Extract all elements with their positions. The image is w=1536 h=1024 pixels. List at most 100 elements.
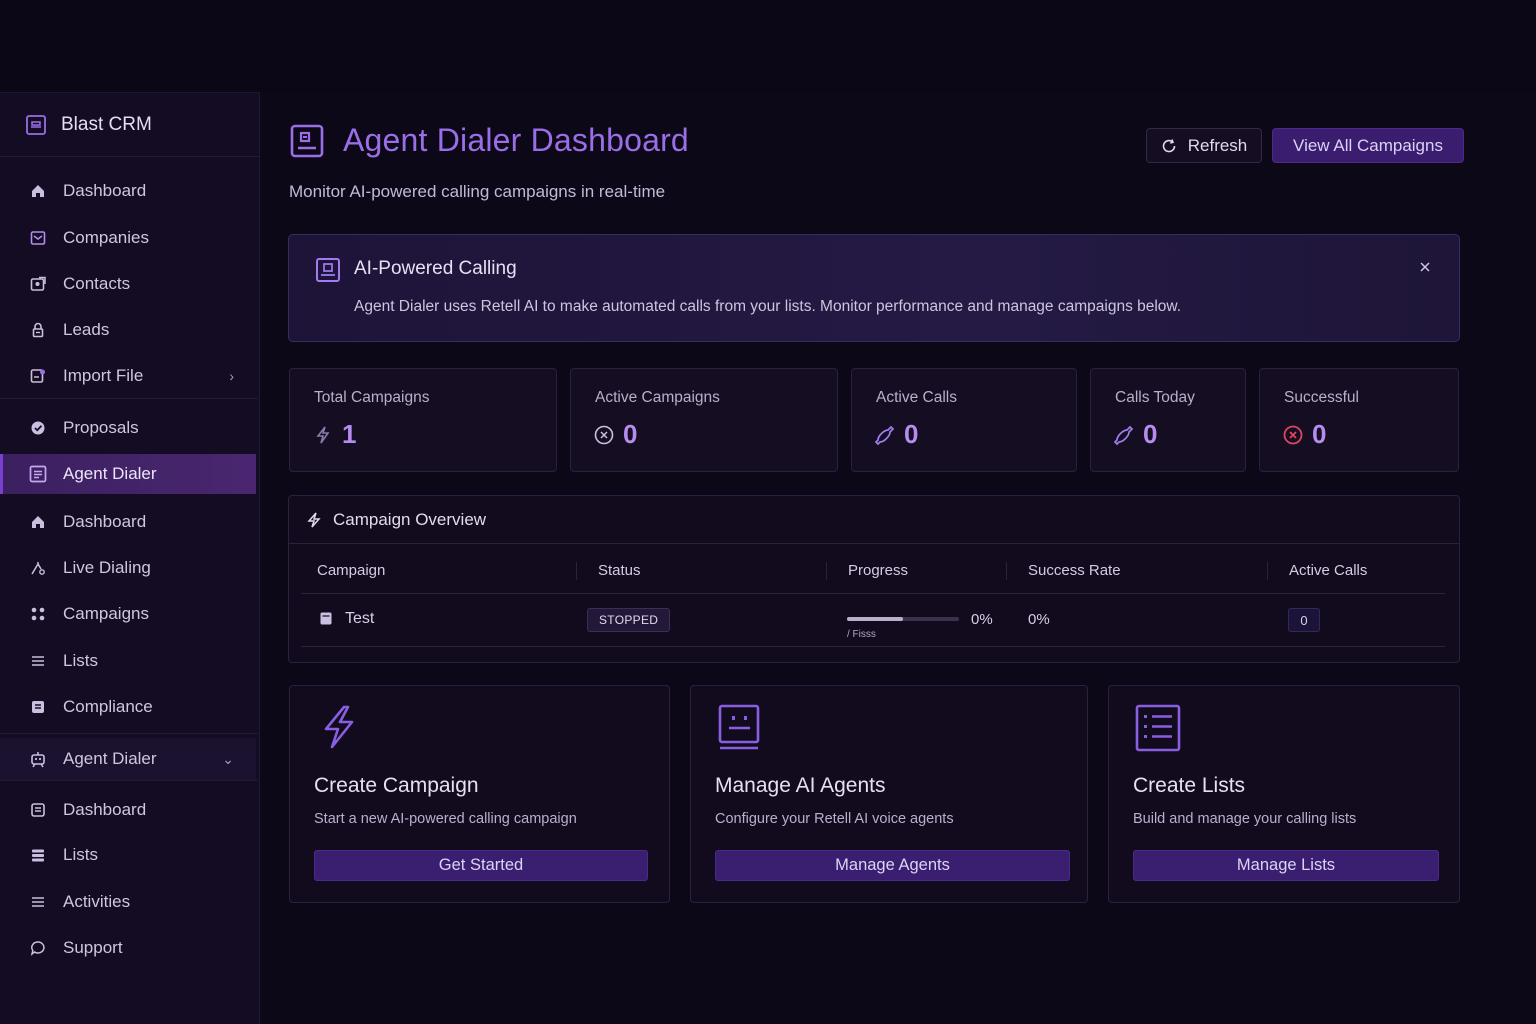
sidebar-item-label: Contacts [63,274,131,293]
document-icon [29,698,47,716]
sidebar-item-group-dashboard[interactable]: Dashboard [0,790,256,830]
x-circle-icon [1282,424,1304,446]
card-description: Build and manage your calling lists [1133,811,1357,827]
row-divider [301,593,1445,594]
divider [0,780,258,781]
card-description: Configure your Retell AI voice agents [715,811,954,827]
brand-name: Blast CRM [61,113,152,135]
stat-active-campaigns: Active Campaigns 0 [570,368,838,472]
manage-lists-button[interactable]: Manage Lists [1133,850,1439,881]
clock-x-icon [593,424,615,446]
ai-calling-icon [315,257,341,283]
sidebar-group-agent-dialer[interactable]: Agent Dialer ⌄ [0,738,256,780]
sidebar-item-activities[interactable]: Activities [0,882,256,922]
sidebar-item-label: Companies [63,228,149,247]
top-band [0,0,1536,92]
dialer-icon [29,465,47,483]
status-badge: STOPPED [587,608,671,632]
refresh-icon [1161,138,1177,154]
bolt-icon [314,702,364,752]
create-lists-card: Create Lists Build and manage your calli… [1108,685,1460,903]
manage-ai-agents-card: Manage AI Agents Configure your Retell A… [690,685,1088,903]
sidebar-item-group-lists[interactable]: Lists [0,835,256,875]
stat-active-calls: Active Calls 0 [851,368,1077,472]
progress-bar-fill [847,617,903,621]
sidebar-item-label: Lists [63,651,98,670]
sidebar-item-label: Compliance [63,697,153,716]
stack-icon [29,846,47,864]
sidebar-item-companies[interactable]: Companies [0,218,256,258]
divider [0,733,258,734]
stat-value: 0 [623,419,638,449]
sidebar-item-dialer-dashboard[interactable]: Dashboard [0,502,256,542]
stat-value: 0 [1143,419,1158,449]
sidebar-item-label: Support [63,938,123,957]
sidebar-item-label: Live Dialing [63,558,151,577]
main-content: Agent Dialer Dashboard Monitor AI-powere… [260,92,1536,1024]
signal-icon [29,559,47,577]
view-all-campaigns-button[interactable]: View All Campaigns [1272,128,1464,163]
stat-successful: Successful 0 [1259,368,1459,472]
row-divider [301,646,1445,647]
manage-agents-button[interactable]: Manage Agents [715,850,1070,881]
sidebar-item-label: Campaigns [63,604,149,623]
close-icon[interactable] [1417,259,1433,275]
sidebar-item-dashboard[interactable]: Dashboard [0,171,256,211]
sidebar-item-lists[interactable]: Lists [0,641,256,681]
sidebar-item-agent-dialer[interactable]: Agent Dialer [0,454,256,494]
chat-bubble-icon [29,939,47,957]
progress-bar [847,617,959,621]
chevron-down-icon: ⌄ [222,750,234,767]
card-title: Create Campaign [314,774,479,797]
chevron-right-icon: › [229,368,234,384]
robot-face-icon [715,702,765,752]
stat-label: Active Calls [876,389,957,406]
dialer-icon [289,123,325,159]
banner-title: AI-Powered Calling [354,258,517,279]
card-title: Manage AI Agents [715,774,886,797]
sidebar-item-label: Agent Dialer [63,464,157,483]
column-divider [1006,562,1007,580]
sidebar-item-label: Dashboard [63,181,147,200]
bolt-icon [305,511,323,529]
stat-label: Successful [1284,389,1359,406]
stat-calls-today: Calls Today 0 [1090,368,1246,472]
column-header-status[interactable]: Status [598,562,641,579]
sidebar-item-leads[interactable]: Leads [0,310,256,350]
campaign-overview-panel: Campaign Overview Campaign Status Progre… [288,495,1460,663]
panel-title: Campaign Overview [333,509,487,529]
file-icon [320,612,332,625]
sidebar: Blast CRM Dashboard Companies Contacts L… [0,92,260,1024]
refresh-button[interactable]: Refresh [1146,128,1262,163]
sidebar-item-support[interactable]: Support [0,928,256,968]
sidebar-item-import-file[interactable]: Import File › [0,356,256,396]
sidebar-item-label: Leads [63,320,110,339]
stat-label: Calls Today [1115,389,1195,406]
sidebar-item-live-dialing[interactable]: Live Dialing [0,548,256,588]
home-icon [29,182,47,200]
sidebar-item-campaigns[interactable]: Campaigns [0,594,256,634]
sidebar-item-label: Import File [63,366,144,385]
stat-value: 1 [342,419,357,449]
sidebar-item-proposals[interactable]: Proposals [0,408,256,448]
robot-icon [29,750,47,768]
brand[interactable]: Blast CRM [0,93,259,157]
sidebar-item-label: Proposals [63,418,139,437]
get-started-button[interactable]: Get Started [314,850,648,881]
sidebar-item-label: Agent Dialer [63,749,157,768]
sidebar-item-label: Dashboard [63,800,147,819]
stat-value: 0 [1312,419,1327,449]
column-header-active-calls[interactable]: Active Calls [1289,562,1367,579]
crm-logo-icon [25,114,47,136]
column-header-campaign[interactable]: Campaign [317,562,385,579]
document-icon [29,801,47,819]
column-header-success-rate[interactable]: Success Rate [1028,562,1121,579]
page-subtitle: Monitor AI-powered calling campaigns in … [289,182,666,201]
bolt-icon [312,424,334,446]
sidebar-item-contacts[interactable]: Contacts [0,264,256,304]
banner-text: Agent Dialer uses Retell AI to make auto… [354,298,1182,315]
column-header-progress[interactable]: Progress [848,562,908,579]
active-calls-badge: 0 [1288,608,1320,632]
sidebar-item-compliance[interactable]: Compliance [0,687,256,727]
campaign-name[interactable]: Test [345,610,374,628]
